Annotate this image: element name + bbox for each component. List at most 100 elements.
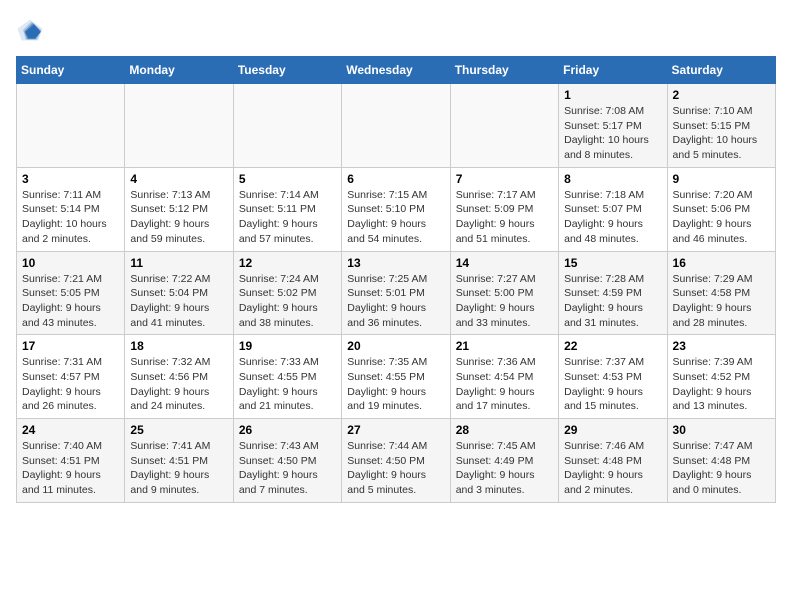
calendar: SundayMondayTuesdayWednesdayThursdayFrid… [16,56,776,503]
page-header [16,16,776,44]
calendar-cell: 4 Sunrise: 7:13 AM Sunset: 5:12 PM Daylig… [125,167,233,251]
calendar-cell: 1 Sunrise: 7:08 AM Sunset: 5:17 PM Daylig… [559,84,667,168]
day-info: Sunrise: 7:47 AM Sunset: 4:48 PM Dayligh… [673,439,770,498]
day-number: 26 [239,423,336,437]
day-info: Sunrise: 7:31 AM Sunset: 4:57 PM Dayligh… [22,355,119,414]
calendar-cell [17,84,125,168]
day-number: 5 [239,172,336,186]
day-info: Sunrise: 7:11 AM Sunset: 5:14 PM Dayligh… [22,188,119,247]
calendar-cell: 19Sunrise: 7:33 AM Sunset: 4:55 PM Dayli… [233,335,341,419]
day-info: Sunrise: 7:10 AM Sunset: 5:15 PM Dayligh… [673,104,770,163]
day-info: Sunrise: 7:43 AM Sunset: 4:50 PM Dayligh… [239,439,336,498]
calendar-cell [233,84,341,168]
day-info: Sunrise: 7:35 AM Sunset: 4:55 PM Dayligh… [347,355,444,414]
calendar-cell: 29 Sunrise: 7:46 AM Sunset: 4:48 PM Dayli… [559,419,667,503]
day-info: Sunrise: 7:45 AM Sunset: 4:49 PM Dayligh… [456,439,553,498]
calendar-cell: 7 Sunrise: 7:17 AM Sunset: 5:09 PM Daylig… [450,167,558,251]
day-number: 28 [456,423,553,437]
day-info: Sunrise: 7:21 AM Sunset: 5:05 PM Dayligh… [22,272,119,331]
day-info: Sunrise: 7:44 AM Sunset: 4:50 PM Dayligh… [347,439,444,498]
day-info: Sunrise: 7:27 AM Sunset: 5:00 PM Dayligh… [456,272,553,331]
calendar-week-row: 3Sunrise: 7:11 AM Sunset: 5:14 PM Daylig… [17,167,776,251]
weekday-header-row: SundayMondayTuesdayWednesdayThursdayFrid… [17,57,776,84]
day-number: 27 [347,423,444,437]
day-info: Sunrise: 7:28 AM Sunset: 4:59 PM Dayligh… [564,272,661,331]
calendar-cell: 3Sunrise: 7:11 AM Sunset: 5:14 PM Daylig… [17,167,125,251]
calendar-cell: 17 Sunrise: 7:31 AM Sunset: 4:57 PM Dayli… [17,335,125,419]
calendar-cell [125,84,233,168]
calendar-cell: 27 Sunrise: 7:44 AM Sunset: 4:50 PM Dayli… [342,419,450,503]
day-info: Sunrise: 7:33 AM Sunset: 4:55 PM Dayligh… [239,355,336,414]
weekday-header: Saturday [667,57,775,84]
calendar-cell: 11Sunrise: 7:22 AM Sunset: 5:04 PM Dayli… [125,251,233,335]
calendar-cell: 2 Sunrise: 7:10 AM Sunset: 5:15 PM Daylig… [667,84,775,168]
day-info: Sunrise: 7:39 AM Sunset: 4:52 PM Dayligh… [673,355,770,414]
weekday-header: Friday [559,57,667,84]
calendar-cell: 21Sunrise: 7:36 AM Sunset: 4:54 PM Dayli… [450,335,558,419]
day-number: 9 [673,172,770,186]
calendar-cell: 8 Sunrise: 7:18 AM Sunset: 5:07 PM Daylig… [559,167,667,251]
calendar-week-row: 1 Sunrise: 7:08 AM Sunset: 5:17 PM Daylig… [17,84,776,168]
day-info: Sunrise: 7:14 AM Sunset: 5:11 PM Dayligh… [239,188,336,247]
day-number: 6 [347,172,444,186]
day-number: 18 [130,339,227,353]
calendar-cell [450,84,558,168]
calendar-cell: 30 Sunrise: 7:47 AM Sunset: 4:48 PM Dayli… [667,419,775,503]
day-number: 10 [22,256,119,270]
day-number: 22 [564,339,661,353]
weekday-header: Sunday [17,57,125,84]
day-info: Sunrise: 7:41 AM Sunset: 4:51 PM Dayligh… [130,439,227,498]
day-info: Sunrise: 7:25 AM Sunset: 5:01 PM Dayligh… [347,272,444,331]
day-number: 12 [239,256,336,270]
day-number: 13 [347,256,444,270]
day-info: Sunrise: 7:17 AM Sunset: 5:09 PM Dayligh… [456,188,553,247]
day-number: 25 [130,423,227,437]
calendar-cell: 26 Sunrise: 7:43 AM Sunset: 4:50 PM Dayli… [233,419,341,503]
day-number: 11 [130,256,227,270]
calendar-cell: 18 Sunrise: 7:32 AM Sunset: 4:56 PM Dayli… [125,335,233,419]
calendar-cell: 9 Sunrise: 7:20 AM Sunset: 5:06 PM Daylig… [667,167,775,251]
day-number: 23 [673,339,770,353]
day-number: 1 [564,88,661,102]
calendar-cell: 24 Sunrise: 7:40 AM Sunset: 4:51 PM Dayli… [17,419,125,503]
calendar-cell: 23 Sunrise: 7:39 AM Sunset: 4:52 PM Dayli… [667,335,775,419]
calendar-cell: 14Sunrise: 7:27 AM Sunset: 5:00 PM Dayli… [450,251,558,335]
day-number: 2 [673,88,770,102]
calendar-week-row: 24 Sunrise: 7:40 AM Sunset: 4:51 PM Dayli… [17,419,776,503]
day-number: 24 [22,423,119,437]
calendar-cell [342,84,450,168]
day-info: Sunrise: 7:20 AM Sunset: 5:06 PM Dayligh… [673,188,770,247]
calendar-week-row: 17 Sunrise: 7:31 AM Sunset: 4:57 PM Dayli… [17,335,776,419]
logo-icon [16,16,44,44]
day-number: 7 [456,172,553,186]
day-number: 21 [456,339,553,353]
day-info: Sunrise: 7:13 AM Sunset: 5:12 PM Dayligh… [130,188,227,247]
day-info: Sunrise: 7:46 AM Sunset: 4:48 PM Dayligh… [564,439,661,498]
day-info: Sunrise: 7:40 AM Sunset: 4:51 PM Dayligh… [22,439,119,498]
day-info: Sunrise: 7:37 AM Sunset: 4:53 PM Dayligh… [564,355,661,414]
day-number: 30 [673,423,770,437]
weekday-header: Wednesday [342,57,450,84]
day-info: Sunrise: 7:32 AM Sunset: 4:56 PM Dayligh… [130,355,227,414]
calendar-week-row: 10 Sunrise: 7:21 AM Sunset: 5:05 PM Dayli… [17,251,776,335]
day-number: 4 [130,172,227,186]
calendar-cell: 10 Sunrise: 7:21 AM Sunset: 5:05 PM Dayli… [17,251,125,335]
calendar-cell: 15 Sunrise: 7:28 AM Sunset: 4:59 PM Dayli… [559,251,667,335]
calendar-cell: 5 Sunrise: 7:14 AM Sunset: 5:11 PM Daylig… [233,167,341,251]
day-number: 15 [564,256,661,270]
day-number: 8 [564,172,661,186]
weekday-header: Thursday [450,57,558,84]
calendar-cell: 28 Sunrise: 7:45 AM Sunset: 4:49 PM Dayli… [450,419,558,503]
day-number: 17 [22,339,119,353]
calendar-cell: 20Sunrise: 7:35 AM Sunset: 4:55 PM Dayli… [342,335,450,419]
calendar-cell: 6Sunrise: 7:15 AM Sunset: 5:10 PM Daylig… [342,167,450,251]
calendar-cell: 25 Sunrise: 7:41 AM Sunset: 4:51 PM Dayli… [125,419,233,503]
day-info: Sunrise: 7:18 AM Sunset: 5:07 PM Dayligh… [564,188,661,247]
calendar-cell: 22 Sunrise: 7:37 AM Sunset: 4:53 PM Dayli… [559,335,667,419]
day-number: 29 [564,423,661,437]
day-info: Sunrise: 7:08 AM Sunset: 5:17 PM Dayligh… [564,104,661,163]
calendar-cell: 13 Sunrise: 7:25 AM Sunset: 5:01 PM Dayli… [342,251,450,335]
day-info: Sunrise: 7:24 AM Sunset: 5:02 PM Dayligh… [239,272,336,331]
calendar-cell: 16Sunrise: 7:29 AM Sunset: 4:58 PM Dayli… [667,251,775,335]
logo [16,16,48,44]
